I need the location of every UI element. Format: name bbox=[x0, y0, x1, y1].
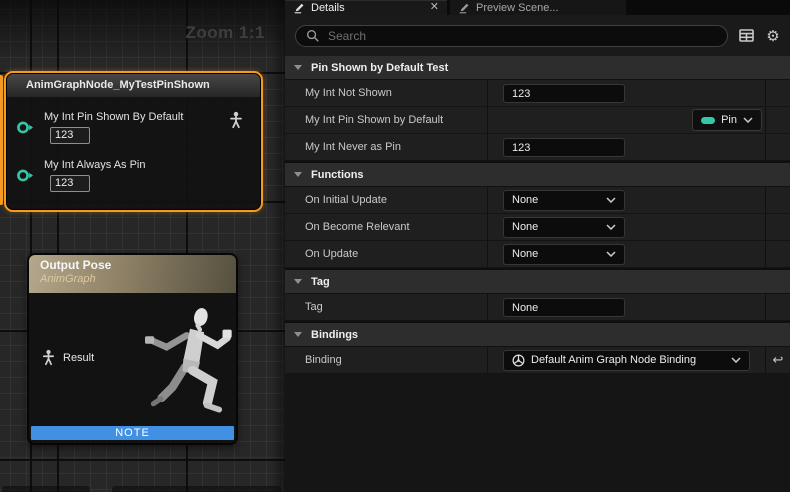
int-pin-pill-icon bbox=[701, 117, 715, 124]
pose-output-pin-icon[interactable] bbox=[228, 111, 244, 129]
details-panel: Details ✕ Preview Scene... ⚙ bbox=[285, 0, 790, 492]
display-filter-icon[interactable] bbox=[737, 27, 755, 45]
property-label: My Int Never as Pin bbox=[285, 134, 488, 160]
output-pose-header[interactable]: Output Pose AnimGraph bbox=[29, 255, 236, 293]
category-tag[interactable]: Tag bbox=[285, 270, 790, 294]
int-pin-icon[interactable] bbox=[16, 168, 34, 183]
node-animgraphnode-mytestpinshown[interactable]: AnimGraphNode_MyTestPinShown My Int Pin … bbox=[4, 71, 263, 212]
tab-details[interactable]: Details ✕ bbox=[285, 0, 447, 15]
node-subtitle: AnimGraph bbox=[40, 273, 236, 285]
collapse-triangle-icon[interactable] bbox=[294, 279, 302, 284]
property-row: On Initial Update None bbox=[285, 187, 790, 214]
panel-tab-bar: Details ✕ Preview Scene... bbox=[285, 0, 790, 15]
property-row: On Become Relevant None bbox=[285, 214, 790, 241]
zoom-level-label: Zoom 1:1 bbox=[185, 23, 265, 43]
property-label: Binding bbox=[285, 347, 488, 373]
result-pose-pin-icon[interactable] bbox=[41, 349, 56, 366]
note-banner[interactable]: NOTE bbox=[31, 426, 234, 440]
details-pen-icon bbox=[293, 2, 305, 14]
chevron-down-icon bbox=[606, 251, 616, 257]
pin-visibility-dropdown[interactable]: Pin bbox=[692, 109, 762, 131]
close-tab-icon[interactable]: ✕ bbox=[430, 2, 439, 13]
pin-label: My Int Pin Shown By Default bbox=[44, 111, 183, 123]
property-label: My Int Not Shown bbox=[285, 80, 488, 106]
settings-gear-icon[interactable]: ⚙ bbox=[764, 27, 782, 45]
offscreen-selected-node-border bbox=[0, 75, 3, 205]
function-dropdown[interactable]: None bbox=[503, 244, 625, 265]
chevron-down-icon bbox=[606, 197, 616, 203]
result-pin-label: Result bbox=[63, 352, 94, 364]
property-row: On Update None bbox=[285, 241, 790, 268]
int-input[interactable]: 123 bbox=[503, 84, 625, 103]
category-bindings[interactable]: Bindings bbox=[285, 323, 790, 347]
tab-label: Details bbox=[311, 2, 345, 14]
anim-graph-canvas[interactable]: Zoom 1:1 AnimGraphNode_MyTestPinShown My… bbox=[0, 0, 287, 492]
pin-value-input[interactable]: 123 bbox=[50, 127, 90, 144]
node-title[interactable]: AnimGraphNode_MyTestPinShown bbox=[7, 74, 260, 97]
property-label: Tag bbox=[285, 294, 488, 320]
property-label: On Become Relevant bbox=[285, 214, 488, 240]
collapse-triangle-icon[interactable] bbox=[294, 332, 302, 337]
details-toolbar: ⚙ bbox=[285, 15, 790, 56]
property-row: My Int Pin Shown by Default Pin bbox=[285, 107, 790, 134]
int-input[interactable]: 123 bbox=[503, 138, 625, 157]
category-pin-shown-by-default-test[interactable]: Pin Shown by Default Test bbox=[285, 56, 790, 80]
offscreen-node-top bbox=[2, 486, 90, 492]
property-label: On Initial Update bbox=[285, 187, 488, 213]
search-box[interactable] bbox=[295, 25, 728, 47]
node-title: Output Pose bbox=[40, 258, 236, 272]
chevron-down-icon bbox=[731, 357, 741, 363]
tab-label: Preview Scene... bbox=[476, 2, 559, 14]
chevron-down-icon bbox=[606, 224, 616, 230]
tag-input[interactable]: None bbox=[503, 298, 625, 317]
reset-to-default-icon[interactable]: ↩ bbox=[765, 347, 790, 373]
property-row: Tag None bbox=[285, 294, 790, 321]
function-dropdown[interactable]: None bbox=[503, 190, 625, 211]
pin-label: My Int Always As Pin bbox=[44, 159, 145, 171]
node-output-pose[interactable]: Output Pose AnimGraph Result bbox=[27, 253, 238, 445]
search-icon bbox=[306, 29, 319, 42]
property-row: My Int Not Shown 123 bbox=[285, 80, 790, 107]
tab-preview-scene[interactable]: Preview Scene... bbox=[450, 0, 626, 15]
preview-scene-pen-icon bbox=[458, 2, 470, 14]
search-input[interactable] bbox=[326, 28, 717, 44]
binding-dropdown[interactable]: Default Anim Graph Node Binding bbox=[503, 350, 750, 371]
function-dropdown[interactable]: None bbox=[503, 217, 625, 238]
property-label: My Int Pin Shown by Default bbox=[285, 107, 488, 133]
collapse-triangle-icon[interactable] bbox=[294, 172, 302, 177]
running-mannequin-image bbox=[135, 295, 235, 425]
category-functions[interactable]: Functions bbox=[285, 163, 790, 187]
binding-circle-icon bbox=[512, 354, 525, 367]
property-row: Binding Default Anim Graph Node Binding … bbox=[285, 347, 790, 374]
collapse-triangle-icon[interactable] bbox=[294, 65, 302, 70]
property-label: On Update bbox=[285, 241, 488, 267]
pin-value-input[interactable]: 123 bbox=[50, 175, 90, 192]
chevron-down-icon bbox=[743, 117, 753, 123]
offscreen-node-top bbox=[112, 486, 281, 492]
int-pin-icon[interactable] bbox=[16, 120, 34, 135]
property-row: My Int Never as Pin 123 bbox=[285, 134, 790, 161]
